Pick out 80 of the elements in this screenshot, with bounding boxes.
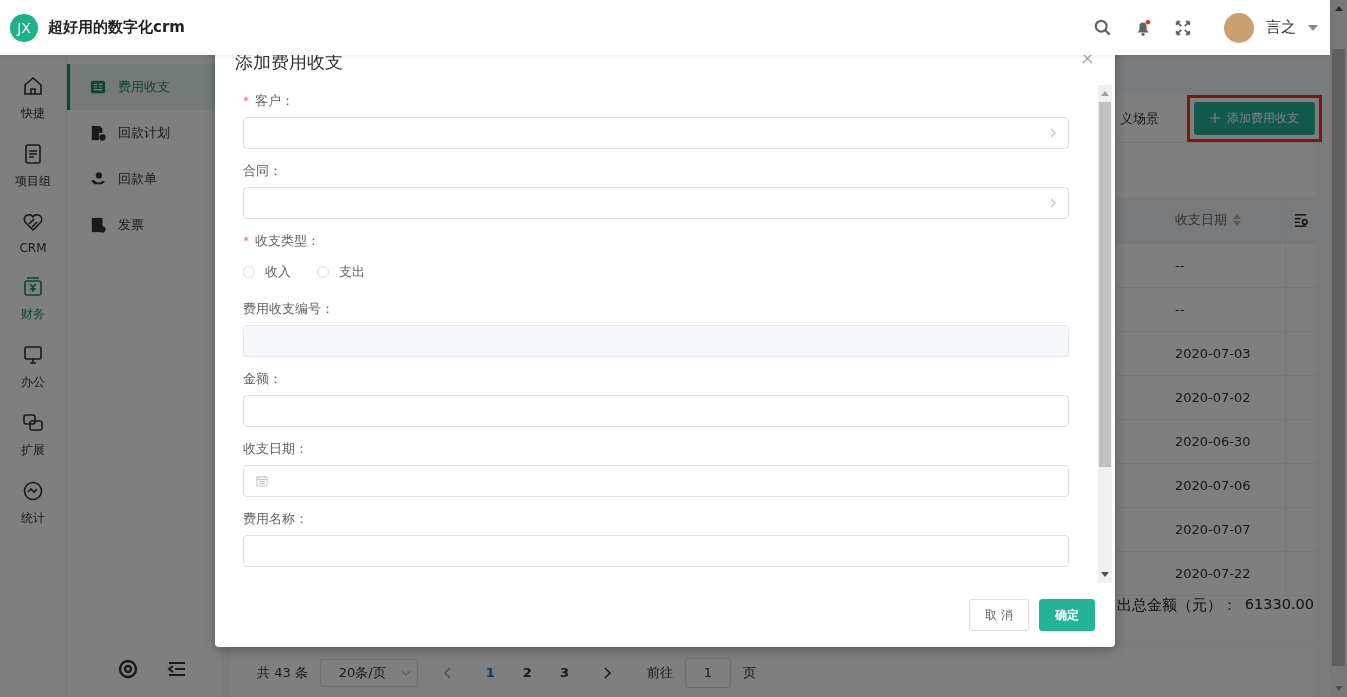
monitor-icon	[22, 344, 44, 366]
field-label: 客户：	[243, 85, 1069, 117]
table-cell-text: 2020-07-03	[1175, 346, 1252, 361]
fullscreen-icon[interactable]	[1174, 18, 1192, 37]
table-cell-text: 2020-07-07	[1175, 522, 1252, 537]
dialog-scrollbar[interactable]	[1098, 85, 1112, 583]
table-cell-text: 2020-07-22	[1175, 566, 1252, 581]
sort-icon[interactable]	[1233, 214, 1241, 226]
table-cell-text: --	[1175, 258, 1186, 273]
table-cell-text: 2020-07-06	[1175, 478, 1252, 493]
sidebar-item[interactable]: 办公	[0, 344, 66, 391]
target-icon[interactable]	[117, 659, 138, 679]
heart-icon	[22, 211, 44, 233]
avatar[interactable]	[1224, 12, 1254, 43]
radio-option[interactable]: 支出	[317, 263, 365, 281]
sidebar-item[interactable]: 统计	[0, 480, 66, 527]
overlap-squares-icon	[22, 412, 44, 434]
field-label: 费用名称：	[243, 510, 309, 528]
hand-coin-icon	[90, 171, 106, 187]
scroll-up-icon[interactable]	[1334, 6, 1343, 11]
field-label: 收支类型：	[243, 225, 1069, 257]
sidebar-item[interactable]: 快捷	[0, 75, 66, 122]
document-icon	[22, 143, 44, 165]
next-page-icon[interactable]	[602, 666, 611, 679]
table-cell-text: --	[1175, 302, 1186, 317]
table-cell-text: 2020-07-02	[1175, 390, 1252, 405]
total-count: 共 43 条	[257, 663, 308, 682]
goto-label: 前往	[646, 663, 673, 682]
date-field[interactable]	[243, 465, 1069, 497]
cancel-button[interactable]: 取 消	[969, 599, 1029, 631]
user-name[interactable]: 言之	[1266, 18, 1296, 37]
invoice-icon	[90, 217, 106, 233]
field-label: 合同：	[243, 162, 283, 180]
ledger-icon	[90, 79, 106, 95]
input-field[interactable]	[243, 535, 1069, 567]
caret-icon[interactable]	[1308, 24, 1318, 31]
chevron-right-icon	[1050, 198, 1056, 208]
scene-label[interactable]: 义场景	[1120, 109, 1159, 128]
chevron-right-icon	[1050, 128, 1056, 138]
sidebar-item[interactable]: 扩展	[0, 412, 66, 459]
sidebar-item[interactable]: 项目组	[0, 143, 66, 190]
field-label: 金额：	[243, 370, 283, 388]
summary-value: 61330.00	[1244, 596, 1314, 614]
collapse-menu-icon[interactable]	[166, 659, 187, 679]
page-number[interactable]: 1	[477, 665, 503, 680]
home-icon	[22, 75, 44, 97]
page-scrollbar[interactable]	[1330, 0, 1347, 697]
submenu-item[interactable]: 回款单	[67, 156, 221, 202]
page-size-select[interactable]: 20条/页	[319, 658, 418, 687]
page-input[interactable]: 1	[684, 657, 731, 688]
plus-icon	[1210, 113, 1220, 123]
app-title: 超好用的数字化crm	[48, 18, 185, 37]
page-number[interactable]: 3	[551, 665, 577, 680]
calendar-icon	[256, 475, 268, 487]
table-cell-text: 2020-06-30	[1175, 434, 1252, 449]
clock-document-icon	[90, 125, 106, 141]
chart-circle-icon	[22, 480, 44, 502]
chevron-down-icon	[400, 669, 411, 676]
select-field[interactable]	[243, 117, 1069, 149]
scroll-down-icon[interactable]	[1101, 572, 1109, 577]
input-field[interactable]	[243, 395, 1069, 427]
sidebar-item[interactable]: CRM	[0, 211, 66, 255]
field-label: 收支日期：	[243, 440, 309, 458]
confirm-button[interactable]: 确定	[1039, 599, 1095, 631]
close-icon[interactable]	[1082, 52, 1093, 64]
sidebar-item[interactable]: 财务	[0, 276, 66, 323]
submenu-item[interactable]: 发票	[67, 202, 221, 248]
prev-page-icon[interactable]	[443, 666, 452, 679]
summary-label: 出总金额（元）：	[1116, 596, 1237, 615]
field-label: 费用收支编号：	[243, 300, 335, 318]
column-header[interactable]: 收支日期	[1175, 211, 1285, 229]
page-number[interactable]: 2	[514, 665, 540, 680]
search-icon[interactable]	[1094, 18, 1112, 37]
page-unit: 页	[742, 663, 756, 682]
select-field[interactable]	[243, 187, 1069, 219]
radio-option[interactable]: 收入	[243, 263, 291, 281]
yen-box-icon	[22, 276, 44, 298]
column-settings-icon[interactable]	[1293, 212, 1309, 228]
submenu-item[interactable]: 回款计划	[67, 110, 221, 156]
logo-badge: JX	[10, 13, 38, 42]
